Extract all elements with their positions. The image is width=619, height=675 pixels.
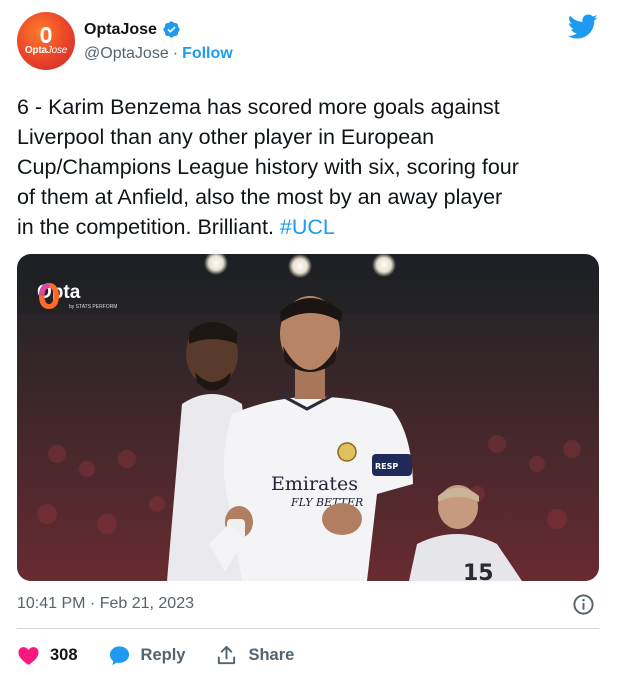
avatar-text: Opta (24, 45, 47, 56)
twitter-bird-icon[interactable] (568, 14, 598, 40)
action-bar: 308 Reply Share (17, 641, 324, 669)
follow-button[interactable]: Follow (182, 45, 233, 63)
tweet-timestamp[interactable]: 10:41 PM · Feb 21, 2023 (17, 595, 194, 613)
armband-text: RESP (375, 462, 398, 471)
share-label: Share (248, 645, 295, 664)
reply-label: Reply (140, 645, 186, 664)
reply-bubble-icon (109, 645, 129, 665)
opta-logo-icon (39, 283, 59, 309)
handle-row: @OptaJose · Follow (84, 45, 233, 63)
opta-logo-icon (40, 27, 52, 43)
divider (17, 628, 599, 629)
like-button[interactable]: 308 (17, 644, 78, 667)
opta-badge-sub: by STATS PERFORM (69, 304, 118, 310)
share-icon (218, 645, 236, 664)
like-count: 308 (50, 645, 78, 664)
info-icon[interactable] (572, 593, 595, 616)
tweet-body: 6 - Karim Benzema has scored more goals … (17, 95, 519, 239)
author-name-row[interactable]: OptaJose (84, 20, 181, 39)
tweet-card: OptaJose OptaJose @OptaJose · Follow 6 -… (0, 0, 619, 675)
back-number: 15 (463, 561, 494, 581)
verified-badge-icon (163, 21, 180, 38)
avatar-text-2: Jose (46, 45, 68, 56)
hashtag-link[interactable]: #UCL (280, 215, 335, 239)
separator: · (172, 45, 179, 62)
opta-watermark: Opta by STATS PERFORM (37, 282, 117, 310)
reply-button[interactable]: Reply (108, 644, 186, 667)
tweet-text: 6 - Karim Benzema has scored more goals … (17, 92, 607, 242)
heart-icon (18, 646, 39, 665)
share-button[interactable]: Share (215, 644, 294, 667)
handle[interactable]: @OptaJose (84, 45, 169, 63)
display-name[interactable]: OptaJose (84, 21, 157, 39)
tweet-photo[interactable]: 15 RESP Emirates FLY BETTER by STATS PER… (17, 254, 599, 581)
shirt-sponsor: Emirates (271, 473, 358, 495)
avatar[interactable]: OptaJose (17, 12, 75, 70)
